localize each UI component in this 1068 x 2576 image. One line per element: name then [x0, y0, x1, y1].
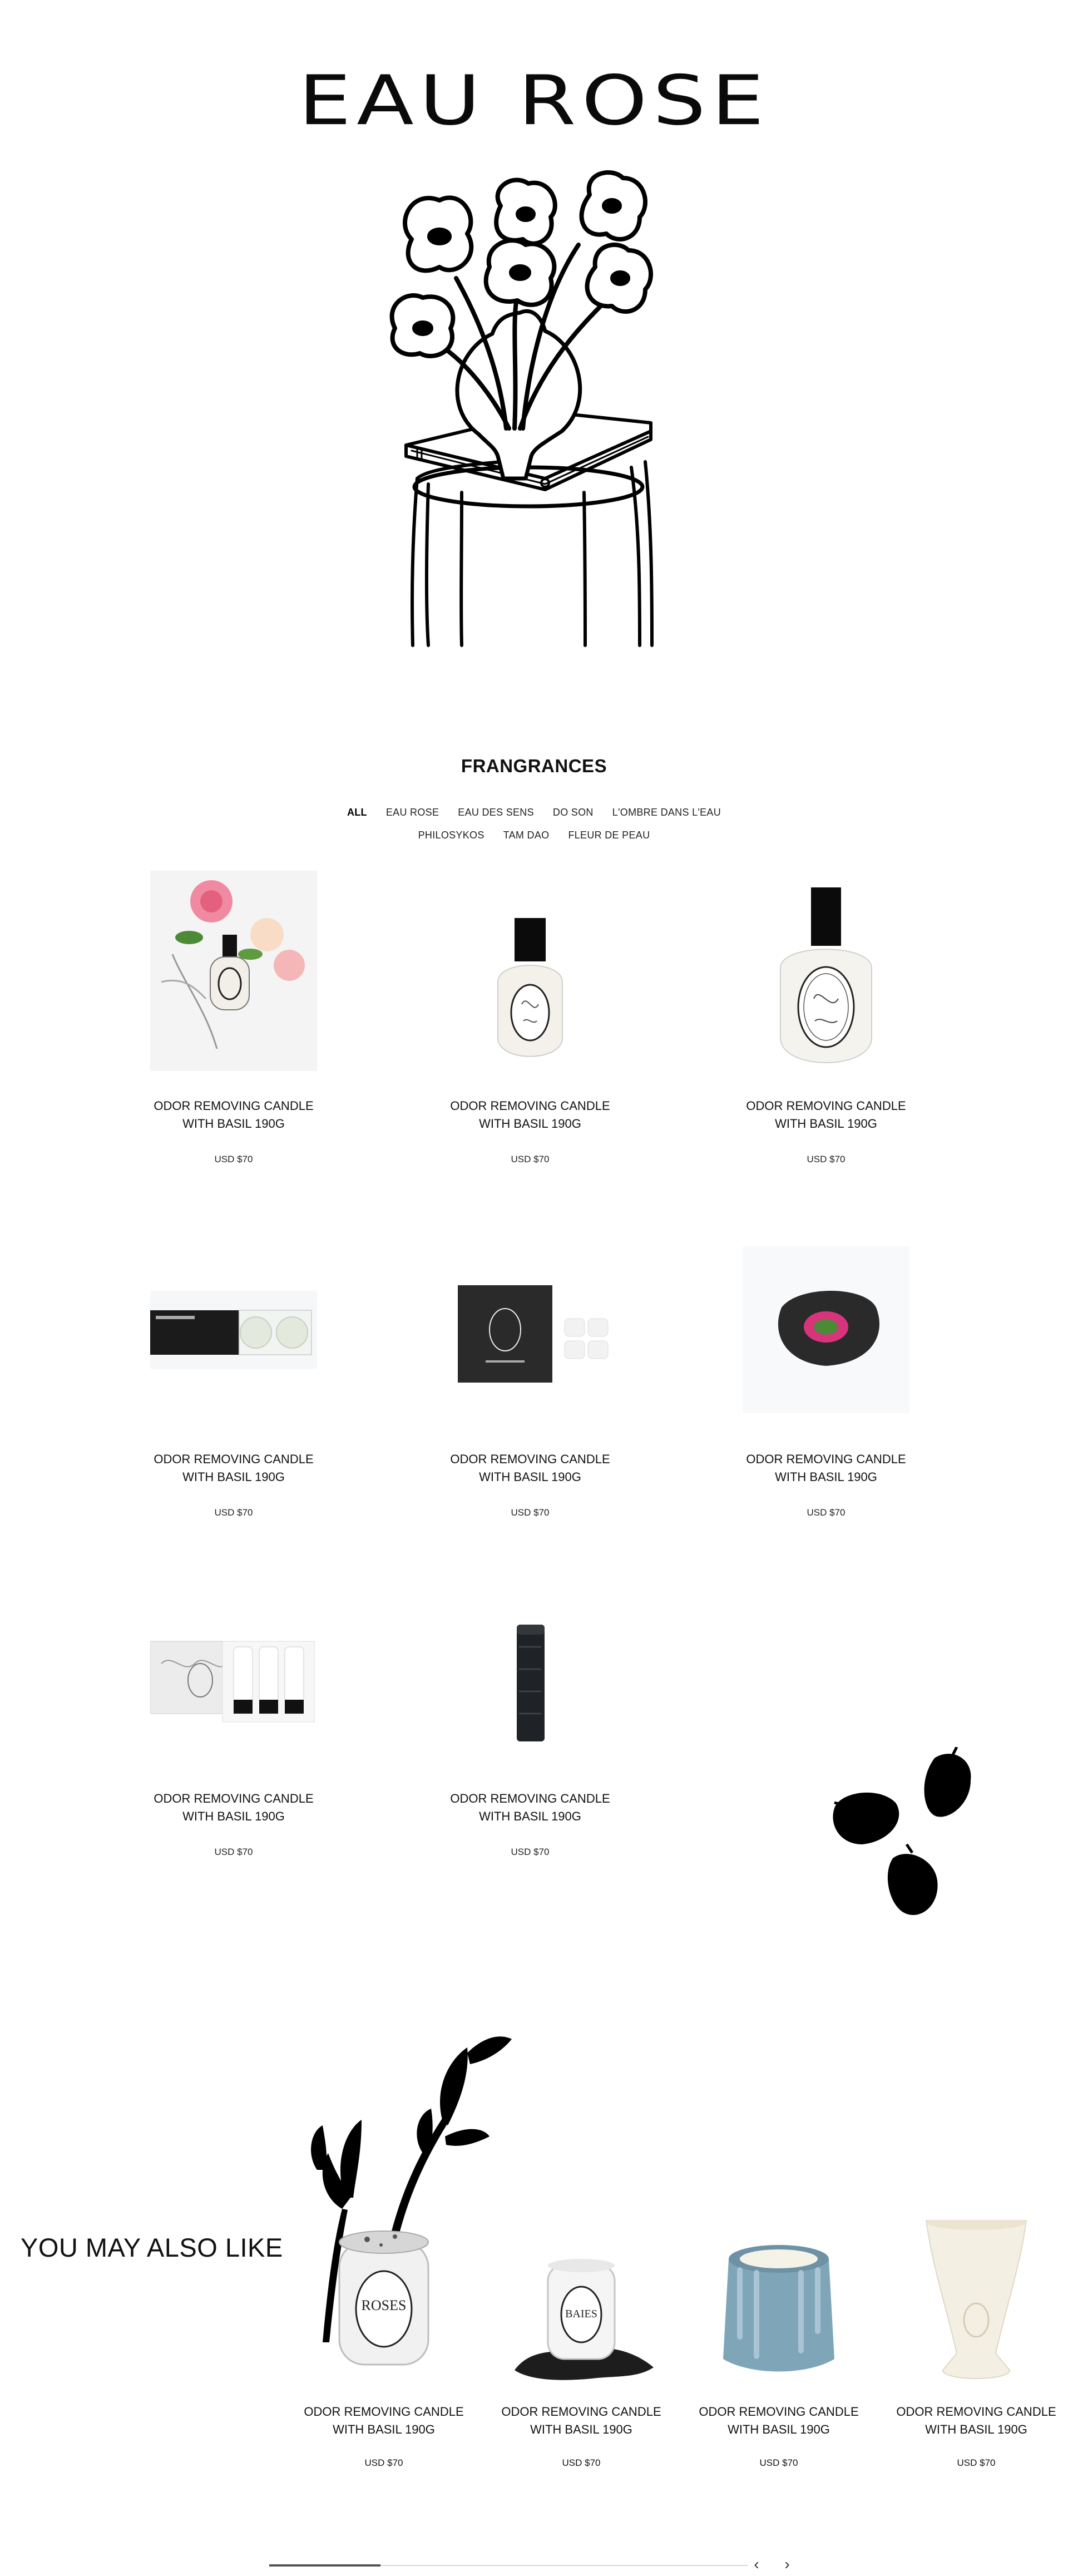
product-image[interactable]: [150, 1563, 317, 1764]
candle-label: BAIES: [565, 2308, 597, 2320]
also-like-title: YOU MAY ALSO LIKE: [21, 2233, 283, 2262]
filter-tam-dao[interactable]: TAM DAO: [503, 830, 550, 841]
product-card[interactable]: ODOR REMOVING CANDLE WITH BASIL 190G USD …: [709, 871, 943, 1165]
filter-row-1: ALL EAU ROSE EAU DES SENS DO SON L'OMBRE…: [0, 807, 1068, 818]
product-image[interactable]: [695, 2220, 862, 2387]
filter-all[interactable]: ALL: [347, 807, 367, 818]
section-title: FRANGRANCES: [461, 756, 607, 776]
product-name[interactable]: ODOR REMOVING CANDLE WITH BASIL 190G: [117, 1097, 350, 1133]
product-card[interactable]: ODOR REMOVING CANDLE WITH BASIL 190G USD …: [709, 1224, 943, 1518]
product-price: USD $70: [511, 1154, 550, 1164]
filter-row-2: PHILOSYKOS TAM DAO FLEUR DE PEAU: [0, 830, 1068, 841]
product-price: USD $70: [364, 2457, 403, 2468]
product-price: USD $70: [214, 1507, 253, 1518]
product-price: USD $70: [807, 1154, 846, 1164]
product-card[interactable]: ODOR REMOVING CANDLE WITH BASIL 190G USD …: [117, 1563, 350, 1858]
product-price: USD $70: [957, 2457, 996, 2468]
filter-philosykos[interactable]: PHILOSYKOS: [418, 830, 484, 841]
product-name[interactable]: ODOR REMOVING CANDLE WITH BASIL 190G: [709, 1450, 943, 1486]
product-price: USD $70: [511, 1507, 550, 1518]
product-price: USD $70: [759, 2457, 798, 2468]
product-image[interactable]: [139, 1224, 328, 1424]
vase-flowers-illustration: [389, 170, 654, 647]
product-image[interactable]: [447, 1224, 614, 1424]
product-image[interactable]: [743, 871, 909, 1071]
product-name[interactable]: ODOR REMOVING CANDLE WITH BASIL 190G: [117, 1450, 350, 1486]
chevron-left-icon[interactable]: ‹: [748, 2556, 765, 2573]
filter-do-son[interactable]: DO SON: [553, 807, 594, 818]
product-card[interactable]: ODOR REMOVING CANDLE WITH BASIL 190G USD …: [413, 871, 647, 1165]
product-name[interactable]: ODOR REMOVING CANDLE WITH BASIL 190G: [709, 1097, 943, 1133]
filter-lombre-dans-leau[interactable]: L'OMBRE DANS L'EAU: [612, 807, 721, 818]
product-image[interactable]: [731, 1224, 932, 1424]
product-image[interactable]: [447, 871, 614, 1071]
product-name[interactable]: ODOR REMOVING CANDLE WITH BASIL 190G: [413, 1450, 647, 1486]
product-price: USD $70: [807, 1507, 846, 1518]
filter-eau-rose[interactable]: EAU ROSE: [386, 807, 439, 818]
product-image[interactable]: [447, 1563, 614, 1764]
recommended-card[interactable]: ROSES ODOR REMOVING CANDLE WITH BASIL 190…: [292, 2220, 476, 2469]
recommended-card[interactable]: ODOR REMOVING CANDLE WITH BASIL 190G USD …: [884, 2214, 1068, 2469]
recommended-card[interactable]: BAIES ODOR REMOVING CANDLE WITH BASIL 190…: [490, 2220, 673, 2469]
product-name[interactable]: ODOR REMOVING CANDLE WITH BASIL 190G: [490, 2403, 673, 2439]
recommended-card[interactable]: ODOR REMOVING CANDLE WITH BASIL 190G USD …: [687, 2220, 871, 2469]
product-name[interactable]: ODOR REMOVING CANDLE WITH BASIL 190G: [413, 1097, 647, 1133]
product-image[interactable]: [150, 871, 317, 1071]
product-card[interactable]: ODOR REMOVING CANDLE WITH BASIL 190G USD …: [117, 871, 350, 1165]
seeds-illustration: [833, 1747, 971, 1915]
product-image[interactable]: BAIES: [498, 2220, 665, 2387]
product-card[interactable]: ODOR REMOVING CANDLE WITH BASIL 190G USD …: [413, 1224, 647, 1518]
product-name[interactable]: ODOR REMOVING CANDLE WITH BASIL 190G: [884, 2403, 1068, 2439]
product-price: USD $70: [562, 2457, 601, 2468]
product-card[interactable]: ODOR REMOVING CANDLE WITH BASIL 190G USD …: [117, 1224, 350, 1518]
product-name[interactable]: ODOR REMOVING CANDLE WITH BASIL 190G: [687, 2403, 871, 2439]
product-name[interactable]: ODOR REMOVING CANDLE WITH BASIL 190G: [117, 1790, 350, 1825]
product-name[interactable]: ODOR REMOVING CANDLE WITH BASIL 190G: [292, 2403, 476, 2439]
carousel-scrollbar-thumb[interactable]: [269, 2564, 380, 2567]
candle-label: ROSES: [362, 2297, 407, 2313]
product-price: USD $70: [511, 1847, 550, 1857]
product-image[interactable]: [893, 2214, 1060, 2387]
product-price: USD $70: [214, 1847, 253, 1857]
chevron-right-icon[interactable]: ›: [779, 2556, 795, 2573]
product-card[interactable]: ODOR REMOVING CANDLE WITH BASIL 190G USD …: [413, 1563, 647, 1858]
product-name[interactable]: ODOR REMOVING CANDLE WITH BASIL 190G: [413, 1790, 647, 1825]
filter-eau-des-sens[interactable]: EAU DES SENS: [458, 807, 534, 818]
hero-title: EAU ROSE: [298, 61, 770, 141]
product-price: USD $70: [214, 1154, 253, 1164]
product-image[interactable]: ROSES: [300, 2220, 467, 2387]
filter-fleur-de-peau[interactable]: FLEUR DE PEAU: [568, 830, 650, 841]
